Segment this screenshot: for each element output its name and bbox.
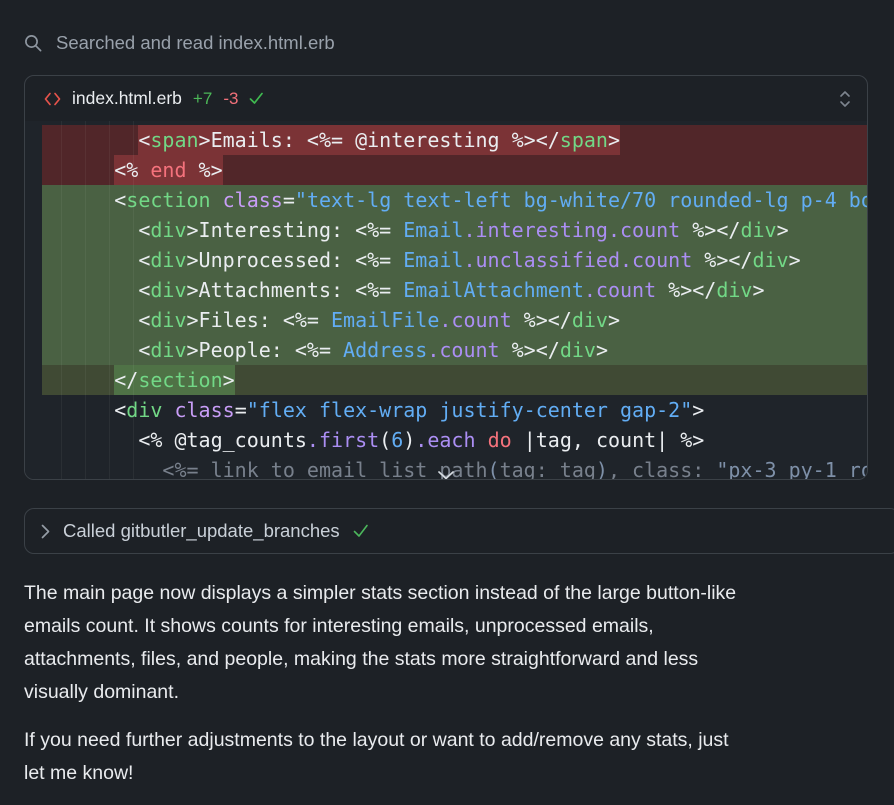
tool-header-searched[interactable]: Searched and read index.html.erb xyxy=(24,30,335,56)
chevron-up-down-icon[interactable] xyxy=(839,90,851,108)
tool-call-gitbutler[interactable]: Called gitbutler_update_branches xyxy=(24,508,894,554)
diff-word-highlight: <span>Emails: <%= @interesting %></span> xyxy=(138,125,620,155)
diff-card: index.html.erb +7 -3 <span>Emails: <%= @… xyxy=(24,75,868,480)
diff-card-header[interactable]: index.html.erb +7 -3 xyxy=(25,76,867,121)
page: { "tool_header": { "icon": "search-icon"… xyxy=(0,0,894,792)
tool-call-label: Called gitbutler_update_branches xyxy=(63,520,340,542)
code-lines: <span>Emails: <%= @interesting %></span>… xyxy=(25,125,867,480)
code-file-icon xyxy=(44,92,61,106)
code-line: <div>Attachments: <%= EmailAttachment.co… xyxy=(42,275,867,305)
file-name: index.html.erb xyxy=(72,88,182,109)
code-line: <% end %> xyxy=(42,155,867,185)
chevron-right-icon[interactable] xyxy=(41,524,50,539)
diff-word-highlight: <% end %> xyxy=(114,155,222,185)
code-line: <div>Files: <%= EmailFile.count %></div> xyxy=(42,305,867,335)
diff-word-highlight: </section> xyxy=(114,365,234,395)
additions-count: +7 xyxy=(193,89,212,109)
assistant-message: The main page now displays a simpler sta… xyxy=(24,577,870,805)
code-line: <div>People: <%= Address.count %></div> xyxy=(42,335,867,365)
code-line: <div>Unprocessed: <%= Email.unclassified… xyxy=(42,245,867,275)
check-icon xyxy=(249,92,264,105)
code-line: <div>Interesting: <%= Email.interesting.… xyxy=(42,215,867,245)
expand-code-button[interactable] xyxy=(436,469,457,480)
code-line: </section> xyxy=(42,365,867,395)
message-paragraph: If you need further adjustments to the l… xyxy=(24,724,870,790)
code-line: <div class="flex flex-wrap justify-cente… xyxy=(42,395,867,425)
deletions-count: -3 xyxy=(223,89,238,109)
code-line: <% @tag_counts.first(6).each do |tag, co… xyxy=(42,425,867,455)
tool-header-label: Searched and read index.html.erb xyxy=(56,32,335,54)
code-line: <span>Emails: <%= @interesting %></span> xyxy=(42,125,867,155)
check-icon xyxy=(353,524,369,538)
search-icon xyxy=(24,34,43,53)
code-diff-view: <span>Emails: <%= @interesting %></span>… xyxy=(25,121,867,480)
code-line: <section class="text-lg text-left bg-whi… xyxy=(42,185,867,215)
chevron-down-icon xyxy=(438,471,455,480)
message-paragraph: The main page now displays a simpler sta… xyxy=(24,577,870,709)
